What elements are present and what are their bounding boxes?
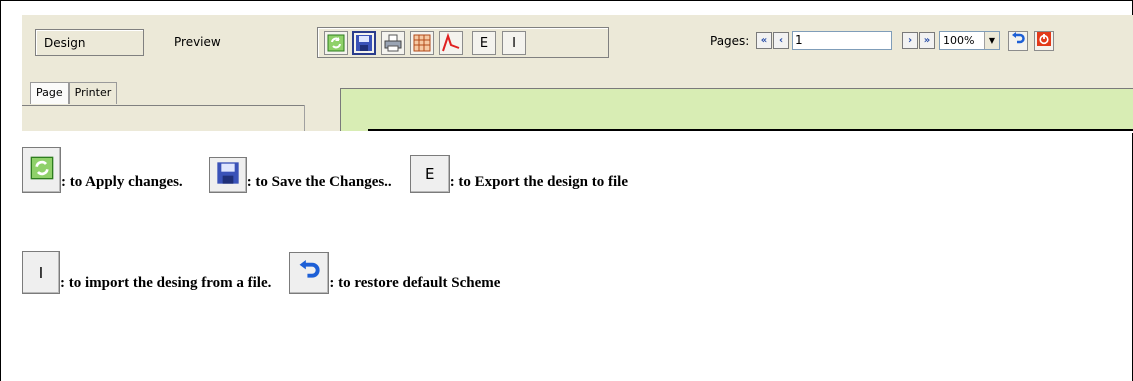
panel-divider xyxy=(22,105,304,106)
legend-import-button: I xyxy=(22,251,60,294)
legend-save-button xyxy=(208,157,247,193)
printer-icon xyxy=(384,34,402,52)
legend-export-button: E xyxy=(409,155,450,193)
zoom-value: 100% xyxy=(943,34,975,47)
refresh-icon xyxy=(327,34,345,52)
document-frame: Design Preview E I Pages: « ‹ 1 › » 100%… xyxy=(0,0,1133,381)
print-button[interactable] xyxy=(381,31,405,55)
legend-save-text: : to Save the Changes.. xyxy=(246,174,392,190)
first-page-button[interactable]: « xyxy=(756,32,772,49)
undo-icon xyxy=(1011,31,1025,51)
design-tab[interactable]: Design xyxy=(35,29,144,56)
close-button[interactable] xyxy=(1034,31,1054,51)
designer-screenshot: Design Preview E I Pages: « ‹ 1 › » 100%… xyxy=(22,15,1133,133)
next-page-button[interactable]: › xyxy=(902,32,918,49)
tab-page[interactable]: Page xyxy=(30,82,69,104)
last-page-button[interactable]: » xyxy=(919,32,935,49)
floppy-disk-icon xyxy=(355,34,373,52)
legend-import-text: : to import the desing from a file. xyxy=(60,275,272,291)
grid-button[interactable] xyxy=(410,31,434,55)
designer-toolbar: E I xyxy=(317,27,609,58)
save-button[interactable] xyxy=(352,31,376,55)
preview-tab[interactable]: Preview xyxy=(174,29,221,56)
page-number-input[interactable]: 1 xyxy=(792,31,892,50)
export-button[interactable]: E xyxy=(472,31,496,55)
refresh-icon xyxy=(30,156,54,184)
design-canvas[interactable] xyxy=(340,88,1133,131)
settings-tabs: Page Printer xyxy=(30,82,118,104)
chevron-down-icon[interactable]: ▼ xyxy=(984,32,999,49)
legend-restore-button xyxy=(289,252,330,294)
restore-scheme-button[interactable] xyxy=(1008,31,1028,51)
legend-apply-button xyxy=(22,147,61,193)
legend-restore-text: : to restore default Scheme xyxy=(329,275,501,291)
canvas-rule-line xyxy=(368,129,1133,131)
table-grid-icon xyxy=(413,34,431,52)
pdf-button[interactable] xyxy=(439,31,463,55)
import-button[interactable]: I xyxy=(502,31,526,55)
power-icon xyxy=(1037,31,1051,51)
legend-row-1: : to Apply changes. : to Save the Change… xyxy=(22,147,628,193)
pages-label: Pages: xyxy=(710,34,750,48)
legend-apply-text: : to Apply changes. xyxy=(61,174,183,190)
apply-changes-button[interactable] xyxy=(324,31,348,55)
legend-row-2: I : to import the desing from a file. : … xyxy=(22,251,500,294)
undo-icon xyxy=(298,260,320,286)
prev-page-button[interactable]: ‹ xyxy=(773,32,789,49)
panel-edge xyxy=(304,105,305,131)
pdf-icon xyxy=(441,33,461,53)
tab-printer[interactable]: Printer xyxy=(68,82,118,104)
floppy-disk-icon xyxy=(216,161,240,189)
zoom-select[interactable]: 100% ▼ xyxy=(939,31,1000,50)
legend-export-text: : to Export the design to file xyxy=(449,174,629,190)
